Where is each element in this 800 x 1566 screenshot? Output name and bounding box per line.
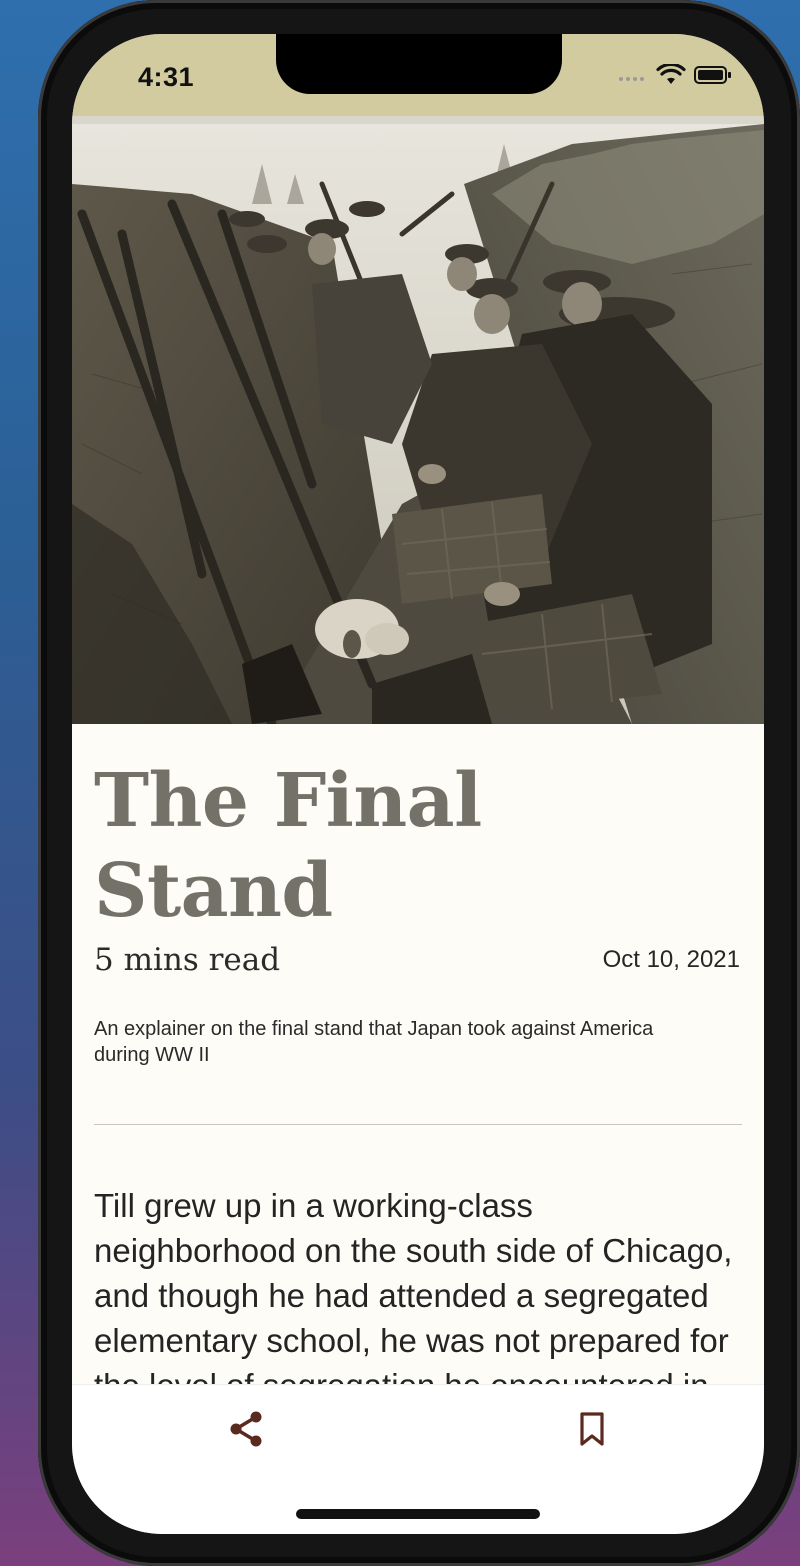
device-canvas: 4:31 The Final Stand 5 mins read Oct 10,… xyxy=(0,0,800,1566)
bottom-toolbar xyxy=(72,1384,764,1534)
publish-date: Oct 10, 2021 xyxy=(602,946,740,973)
article-content: The Final Stand 5 mins read Oct 10, 2021… xyxy=(94,756,742,1473)
phone-screen: 4:31 The Final Stand 5 mins read Oct 10,… xyxy=(72,34,764,1534)
article-summary: An explainer on the final stand that Jap… xyxy=(94,1018,654,1066)
hero-image xyxy=(72,124,764,724)
read-time: 5 mins read xyxy=(94,942,281,978)
share-button[interactable] xyxy=(222,1407,270,1455)
status-divider xyxy=(72,116,764,124)
bookmark-button[interactable] xyxy=(568,1407,616,1455)
share-icon xyxy=(228,1410,264,1453)
status-bar: 4:31 xyxy=(72,34,764,124)
status-icons xyxy=(618,62,732,91)
cellular-icon xyxy=(618,69,648,87)
article-meta: 5 mins read Oct 10, 2021 xyxy=(94,942,742,982)
bookmark-icon xyxy=(577,1411,607,1452)
battery-icon xyxy=(694,65,732,90)
notch xyxy=(276,34,562,94)
article-title: The Final Stand xyxy=(94,758,482,934)
content-divider xyxy=(94,1124,742,1125)
wifi-icon xyxy=(656,62,686,91)
home-indicator[interactable] xyxy=(296,1509,540,1519)
status-time: 4:31 xyxy=(138,62,195,92)
